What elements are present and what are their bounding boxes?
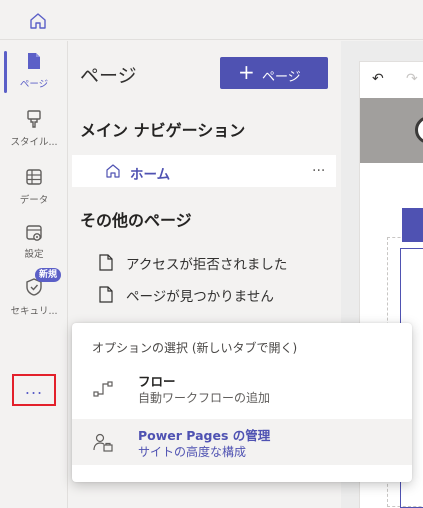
rail-item-label: セキュリ... [10,306,58,317]
table-icon [26,169,42,185]
rail-item-label: ページ [19,79,49,90]
more-actions-icon[interactable]: ... [312,159,325,175]
popover-item-title: Power Pages の管理 [138,428,271,443]
rail-item-security[interactable]: セキュリ... [0,273,68,329]
popover-item-subtitle: サイトの高度な構成 [138,445,247,459]
main-navigation-title: メイン ナビゲーション [80,121,246,140]
home-icon[interactable] [28,11,48,31]
page-icon [28,53,40,69]
rail-item-data[interactable]: データ [0,161,68,217]
more-icon: ... [24,379,44,398]
rail-item-label: データ [19,195,49,206]
rail-item-settings[interactable]: 設定 [0,217,68,273]
flow-icon [93,381,113,397]
undo-icon[interactable]: ↶ [372,71,384,87]
admin-icon [93,433,113,452]
page-item-label: アクセスが拒否されました [126,257,288,273]
rail-item-styling[interactable]: スタイル... [0,103,68,159]
component-toolbar-icon[interactable] [402,208,423,242]
left-rail: ページ スタイル... データ 設定 セキュリ... 新規 ... [0,41,68,508]
options-popover: オプションの選択 (新しいタブで開く) フロー 自動ワークフローの追加 Powe… [72,323,412,482]
add-page-button[interactable]: + ページ [220,57,328,89]
add-page-label: ページ [262,70,301,85]
settings-icon [26,225,42,241]
page-item-label: ページが見つかりません [126,289,274,305]
rail-item-label: 設定 [24,249,44,260]
brush-icon [27,110,41,128]
plus-icon: + [238,60,255,84]
popover-item-flow[interactable]: フロー 自動ワークフローの追加 [72,365,412,411]
popover-item-power-pages-admin[interactable]: Power Pages の管理 サイトの高度な構成 [72,419,412,465]
top-bar [0,0,423,40]
rail-item-label: スタイル... [10,137,58,148]
header-banner [360,98,423,163]
page-icon [99,254,113,271]
popover-header: オプションの選択 (新しいタブで開く) [92,341,298,355]
new-badge: 新規 [35,268,62,282]
page-icon [99,286,113,303]
popover-item-subtitle: 自動ワークフローの追加 [138,391,271,405]
home-icon [106,164,120,178]
rail-item-pages[interactable]: ページ [0,45,68,101]
logo-icon [415,116,423,144]
panel-title: ページ [80,65,137,87]
popover-item-title: フロー [138,374,176,389]
nav-item-home[interactable]: ホーム ... [72,155,336,187]
more-options-button[interactable]: ... [12,374,56,406]
redo-icon[interactable]: ↷ [406,71,418,87]
nav-item-label: ホーム [130,167,171,183]
other-pages-title: その他のページ [80,211,192,230]
